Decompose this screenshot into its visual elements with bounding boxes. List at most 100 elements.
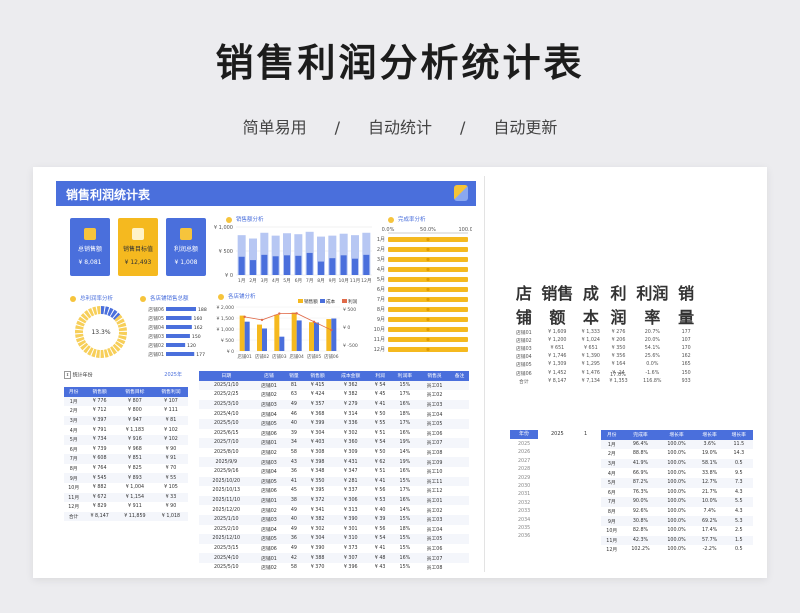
table-cell: 员工08 bbox=[426, 566, 443, 572]
store-sales-bar bbox=[166, 307, 196, 311]
store-sales-bar bbox=[166, 316, 192, 320]
table-cell: 7月 bbox=[601, 497, 623, 507]
table-cell: ¥ 206 bbox=[611, 337, 626, 343]
completion-marker bbox=[426, 237, 430, 242]
table-cell: 40 bbox=[284, 418, 304, 429]
table-cell: 100.0% bbox=[667, 489, 686, 495]
table-row: 2025/3/10 店铺03 49 ¥ 357 ¥ 279 ¥ 41 16% 员工03 bbox=[199, 399, 469, 410]
bar-value bbox=[272, 256, 279, 275]
table-cell: 58 bbox=[290, 565, 297, 571]
table-cell: ¥ 390 bbox=[310, 545, 325, 551]
table-cell: 17% bbox=[390, 418, 420, 429]
table-cell bbox=[450, 525, 469, 535]
table-cell: ¥ 50 bbox=[374, 411, 386, 417]
table-cell: 17% bbox=[399, 488, 411, 494]
table-row: 5月 ¥ 734 ¥ 916 ¥ 102 bbox=[64, 434, 188, 445]
table-cell: ¥ 545 bbox=[83, 473, 116, 483]
table-cell: 20.7% bbox=[644, 329, 660, 335]
table-cell: 33.8% bbox=[701, 470, 718, 476]
column-header: 销售利润 bbox=[153, 387, 188, 397]
hero-tagline: 简单易用 / 自动统计 / 自动更新 bbox=[0, 114, 800, 138]
table-row: 6月 ¥ 739 ¥ 968 ¥ 90 bbox=[64, 445, 188, 455]
table-cell: 10月 bbox=[68, 486, 80, 492]
completion-marker bbox=[426, 347, 430, 352]
table-cell: 店铺02 bbox=[515, 338, 532, 344]
table-cell: 15% bbox=[399, 565, 411, 571]
table-cell: 1月 bbox=[64, 396, 84, 407]
table-cell: 6月 bbox=[607, 490, 616, 496]
table-cell: ¥ 712 bbox=[92, 408, 107, 414]
table-cell: 2025/11/10 bbox=[199, 495, 254, 506]
table-cell: 员工05 bbox=[419, 534, 450, 544]
table-cell: ¥ 1,476 bbox=[581, 370, 600, 376]
table-cell: 69.2% bbox=[694, 516, 725, 526]
table-cell: 49 bbox=[290, 545, 297, 551]
store-sales-bar bbox=[166, 334, 190, 338]
legend-swatch bbox=[342, 299, 347, 303]
table-cell: ¥ 851 bbox=[115, 454, 154, 464]
header-row: 月份 销售额 销售目标 销售利润 bbox=[64, 387, 188, 397]
column-header: 成本 bbox=[582, 284, 599, 327]
table-cell: 店铺04 bbox=[515, 355, 532, 361]
dashboard: 销售利润统计表 总销售额 ¥ 8,081 销售目标值 ¥ 12,493 利润总额… bbox=[56, 181, 476, 571]
table-cell: ¥ 1,353 bbox=[609, 378, 628, 384]
table-row: 11月 42.3% 100.0% 57.7% 1.5 bbox=[601, 535, 753, 546]
hero-tag: / bbox=[334, 118, 340, 137]
year-selector-value[interactable]: 2025 bbox=[551, 430, 564, 439]
bar-value bbox=[352, 258, 358, 275]
completion-title: 完成率分析 bbox=[388, 215, 426, 223]
dashboard-title: 销售利润统计表 bbox=[66, 188, 151, 202]
table-cell: ¥ 431 bbox=[331, 457, 370, 467]
table-cell: 14% bbox=[399, 450, 411, 456]
table-cell: 12月 bbox=[606, 548, 618, 554]
table-cell: ¥ 102 bbox=[153, 434, 188, 445]
table-cell: ¥ 43 bbox=[374, 565, 386, 571]
x-tick-label: 100.0% bbox=[458, 227, 472, 233]
table-cell: ¥ 310 bbox=[331, 534, 370, 544]
completion-marker bbox=[426, 337, 430, 342]
table-cell: 100.0% bbox=[667, 547, 686, 553]
wallet-icon bbox=[180, 228, 192, 240]
table-cell: 54.1% bbox=[644, 345, 660, 351]
table-cell: ¥ 54 bbox=[369, 534, 391, 544]
table-row: 8月 ¥ 764 ¥ 825 ¥ 70 bbox=[64, 464, 188, 474]
table-cell: 店铺02 bbox=[261, 508, 277, 514]
hero-tag: / bbox=[460, 118, 466, 137]
table-cell: ¥ 102 bbox=[164, 427, 178, 433]
table-cell: ¥ 396 bbox=[343, 565, 358, 571]
y-tick-label: ¥ 1,500 bbox=[216, 316, 234, 322]
year-list-item: 2032 bbox=[518, 500, 531, 506]
table-cell bbox=[450, 505, 469, 515]
profit-rate-donut-chart: 13.3% bbox=[75, 306, 127, 358]
table-cell: ¥ 90 bbox=[165, 446, 177, 452]
table-cell: 14.3 bbox=[733, 451, 745, 457]
table-cell: ¥ 825 bbox=[128, 466, 142, 472]
table-cell: ¥ 1,018 bbox=[153, 511, 188, 522]
donut-slice bbox=[100, 306, 121, 321]
completion-marker bbox=[426, 277, 430, 282]
table-row: 2025/7/10 店铺01 34 ¥ 403 ¥ 360 ¥ 54 19% 员工07 bbox=[199, 438, 469, 448]
bar-sales bbox=[326, 319, 332, 351]
bar-value bbox=[329, 258, 336, 275]
profit-point bbox=[260, 318, 264, 322]
table-cell: 100.0% bbox=[658, 477, 695, 488]
table-cell: 店铺02 bbox=[261, 393, 277, 399]
y-tick-label: 6月 bbox=[377, 287, 385, 293]
year-panel-label: 统计年份 bbox=[72, 372, 93, 379]
x-tick-label: 0.0% bbox=[382, 227, 395, 233]
table-cell: 员工04 bbox=[426, 527, 443, 533]
legend-label: 成本 bbox=[326, 299, 336, 305]
profit-point bbox=[243, 315, 246, 319]
spinner-icon[interactable]: ⇕ bbox=[64, 371, 71, 379]
table-cell: 49 bbox=[290, 526, 297, 532]
table-row: 店铺06 ¥ 1,452 ¥ 1,476 ¥ -24 -1.6% 150 bbox=[510, 369, 700, 377]
table-cell: 2025/2/25 bbox=[213, 392, 239, 398]
table-cell bbox=[450, 380, 469, 391]
table-cell: 88.8% bbox=[632, 451, 649, 457]
table-cell: 100.0% bbox=[658, 458, 695, 469]
table-cell: 员工10 bbox=[426, 470, 443, 476]
table-cell: 店铺06 bbox=[261, 489, 277, 495]
table-cell: ¥ 1,746 bbox=[548, 354, 567, 360]
table-cell: ¥ 1,200 bbox=[548, 337, 567, 343]
table-cell: 15% bbox=[390, 380, 420, 391]
